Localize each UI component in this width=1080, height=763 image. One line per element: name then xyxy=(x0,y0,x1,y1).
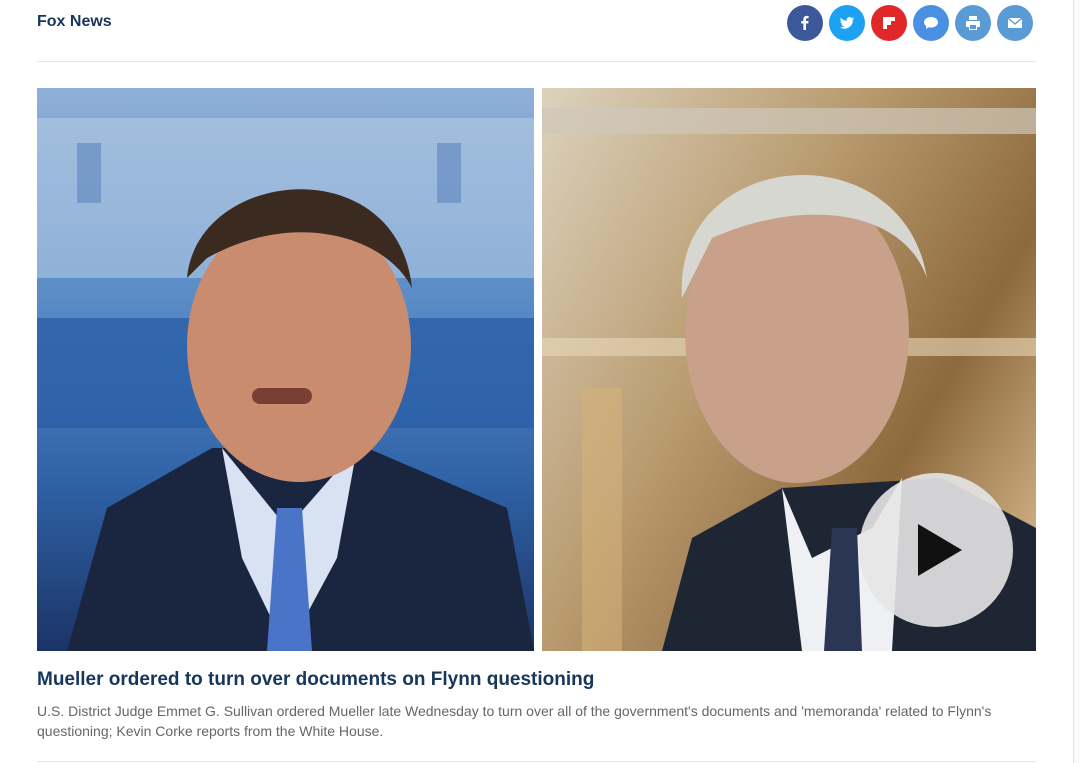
play-icon xyxy=(918,524,962,576)
facebook-share-button[interactable] xyxy=(787,5,823,41)
article-caption: U.S. District Judge Emmet G. Sullivan or… xyxy=(37,703,992,739)
page-scrollbar-edge xyxy=(1073,0,1080,763)
video-player[interactable] xyxy=(37,88,1036,651)
facebook-icon xyxy=(801,15,809,30)
video-thumbnail-left xyxy=(37,88,534,651)
email-share-button[interactable] xyxy=(997,5,1033,41)
twitter-icon xyxy=(840,17,854,29)
portrait-left-image xyxy=(37,118,534,651)
twitter-share-button[interactable] xyxy=(829,5,865,41)
source-label: Fox News xyxy=(37,13,112,30)
thumbnail-divider xyxy=(534,88,542,651)
print-button[interactable] xyxy=(955,5,991,41)
flipboard-icon xyxy=(883,17,895,29)
share-bar xyxy=(787,5,1033,41)
email-icon xyxy=(1007,17,1023,28)
print-icon xyxy=(966,16,980,30)
article-headline[interactable]: Mueller ordered to turn over documents o… xyxy=(37,669,1036,691)
flipboard-share-button[interactable] xyxy=(871,5,907,41)
comments-button[interactable] xyxy=(913,5,949,41)
article-header: Fox News xyxy=(37,0,1036,62)
play-button[interactable] xyxy=(859,473,1013,627)
comment-icon xyxy=(924,17,938,29)
bottom-divider xyxy=(37,761,1036,762)
